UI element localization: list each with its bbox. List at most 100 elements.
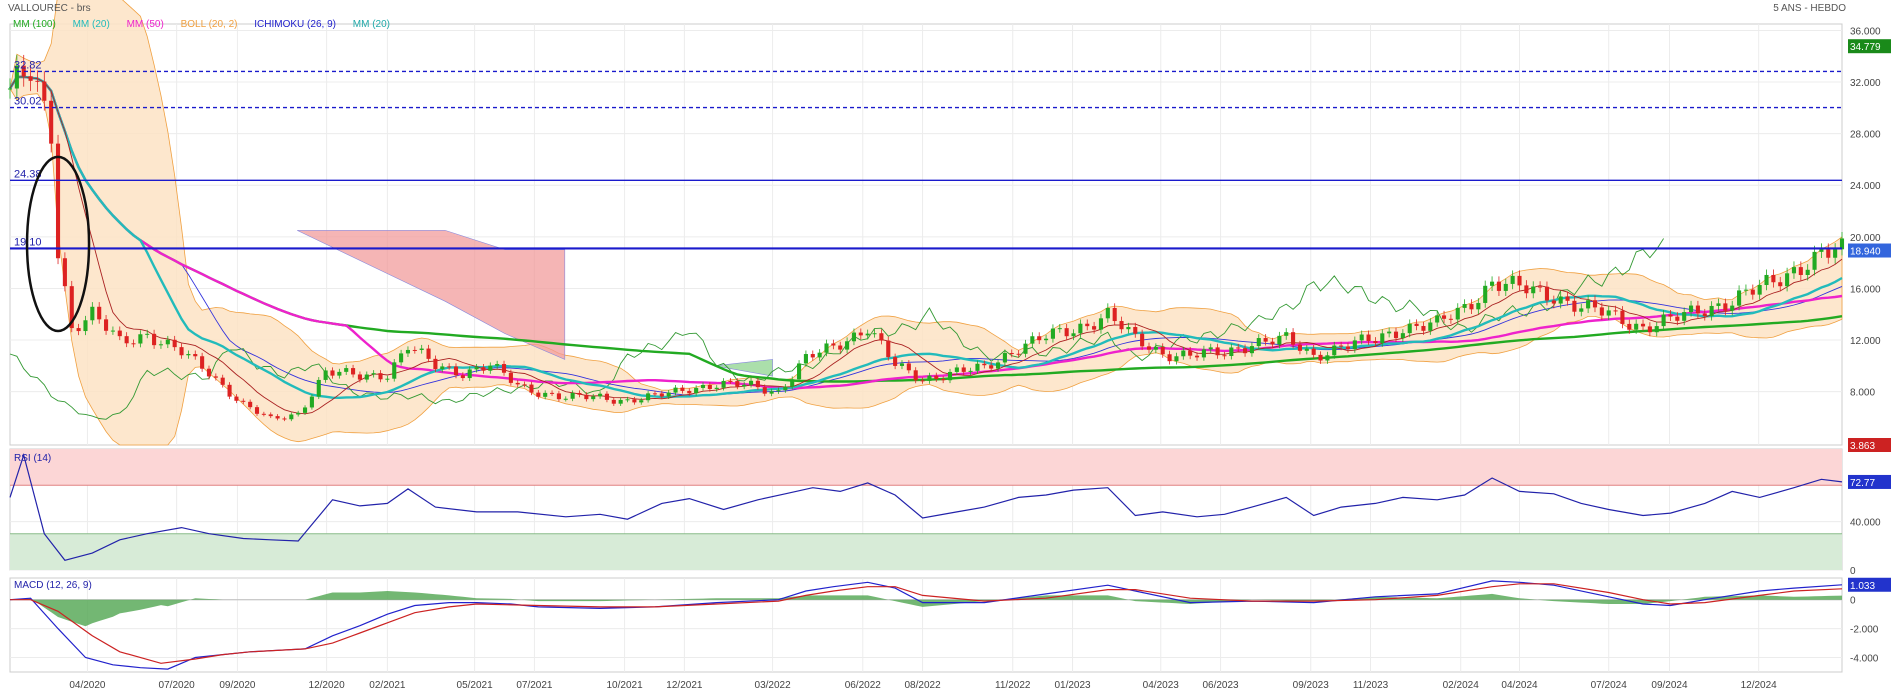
candle-body	[934, 375, 939, 379]
candle-body	[1023, 343, 1028, 354]
candle-body	[1016, 353, 1021, 355]
candle-body	[803, 354, 808, 364]
indicator-legend: MM (100) MM (20) MM (50) BOLL (20, 2) IC…	[13, 19, 404, 30]
candle-body	[529, 384, 534, 393]
candle-body	[817, 352, 822, 358]
legend-item-mm20[interactable]: MM (20)	[73, 19, 110, 30]
candle-body	[1428, 322, 1433, 331]
candle-body	[1812, 251, 1817, 270]
candle-body	[920, 380, 925, 382]
candle-body	[1153, 347, 1158, 350]
candle-body	[1366, 334, 1371, 341]
candle-body	[124, 336, 129, 344]
legend-item-mm50[interactable]: MM (50)	[127, 19, 164, 30]
legend-item-ichimoku[interactable]: ICHIMOKU (26, 9)	[254, 19, 336, 30]
x-tick-label: 09/2020	[219, 680, 256, 691]
candle-body	[700, 384, 706, 388]
candle-body	[728, 380, 733, 382]
candle-body	[261, 413, 266, 415]
candle-body	[941, 378, 946, 381]
candle-body	[1524, 285, 1529, 294]
candle-body	[1620, 310, 1625, 324]
candle-body	[90, 306, 95, 321]
candle-body	[550, 392, 555, 394]
candle-body	[858, 332, 863, 336]
candle-body	[1126, 327, 1131, 330]
candle-body	[838, 345, 843, 350]
candle-body	[1476, 302, 1481, 310]
candle-body	[1627, 323, 1632, 330]
candle-body	[694, 387, 699, 394]
candle-body	[1750, 289, 1755, 295]
candle-body	[1496, 281, 1501, 291]
candle-body	[598, 393, 603, 397]
price-badge-label: 34.779	[1850, 42, 1881, 53]
legend-item-mm20-b[interactable]: MM (20)	[353, 19, 390, 30]
x-tick-label: 10/2021	[607, 680, 644, 691]
rsi-badge-label: 72.77	[1850, 478, 1875, 489]
candle-body	[83, 320, 88, 332]
candle-body	[1037, 336, 1042, 341]
y-tick-label: 0	[1850, 566, 1856, 577]
candle-body	[344, 368, 349, 372]
candle-body	[1167, 354, 1172, 362]
candle-body	[755, 380, 760, 388]
candle-body	[460, 375, 465, 379]
candle-body	[1819, 249, 1824, 252]
candle-body	[1208, 347, 1213, 350]
candle-body	[1400, 333, 1405, 339]
legend-item-boll[interactable]: BOLL (20, 2)	[181, 19, 238, 30]
candle-body	[254, 407, 260, 414]
candle-body	[419, 348, 424, 351]
candle-body	[1009, 353, 1014, 355]
candle-body	[1764, 274, 1769, 286]
candle-body	[1325, 355, 1330, 361]
candle-body	[1778, 282, 1783, 287]
legend-item-mm100[interactable]: MM (100)	[13, 19, 56, 30]
x-tick-label: 07/2021	[516, 680, 553, 691]
candle-body	[577, 392, 582, 395]
candle-body	[1112, 307, 1117, 322]
candle-body	[1606, 310, 1611, 316]
candle-body	[947, 371, 953, 381]
candle-body	[200, 356, 205, 369]
candle-body	[467, 369, 472, 379]
macd-title: MACD (12, 26, 9)	[14, 580, 92, 591]
candle-body	[1634, 323, 1639, 330]
candle-body	[783, 386, 788, 391]
candle-body	[543, 392, 548, 397]
candle-body	[1572, 300, 1577, 312]
candle-body	[1311, 348, 1316, 355]
candle-body	[893, 357, 898, 366]
candle-body	[1105, 307, 1110, 319]
candle-body	[131, 343, 136, 345]
candle-body	[515, 382, 520, 385]
candle-body	[227, 384, 232, 397]
candle-body	[453, 366, 459, 376]
candle-body	[179, 347, 184, 356]
candle-body	[508, 372, 513, 383]
candle-body	[1044, 338, 1049, 341]
candle-body	[495, 364, 500, 366]
candle-body	[982, 363, 987, 366]
candle-body	[1517, 275, 1522, 286]
candle-body	[364, 374, 369, 380]
candle-body	[474, 367, 479, 370]
candle-body	[707, 384, 712, 389]
candle-body	[570, 392, 575, 399]
candle-body	[1270, 341, 1275, 345]
price-badge-label: 18.940	[1850, 247, 1881, 258]
x-tick-label: 01/2023	[1054, 680, 1091, 691]
candle-body	[337, 371, 342, 376]
y-tick-label: 36.000	[1850, 26, 1881, 37]
candle-body	[316, 379, 321, 397]
candle-body	[501, 364, 507, 373]
candle-body	[563, 398, 568, 400]
candle-body	[556, 393, 561, 400]
period-label: 5 ANS - HEBDO	[1773, 3, 1846, 14]
candle-body	[206, 368, 212, 377]
candle-body	[302, 407, 308, 413]
candle-body	[1085, 323, 1090, 327]
y-tick-label: 24.000	[1850, 181, 1881, 192]
y-tick-label: 12.000	[1850, 336, 1881, 347]
